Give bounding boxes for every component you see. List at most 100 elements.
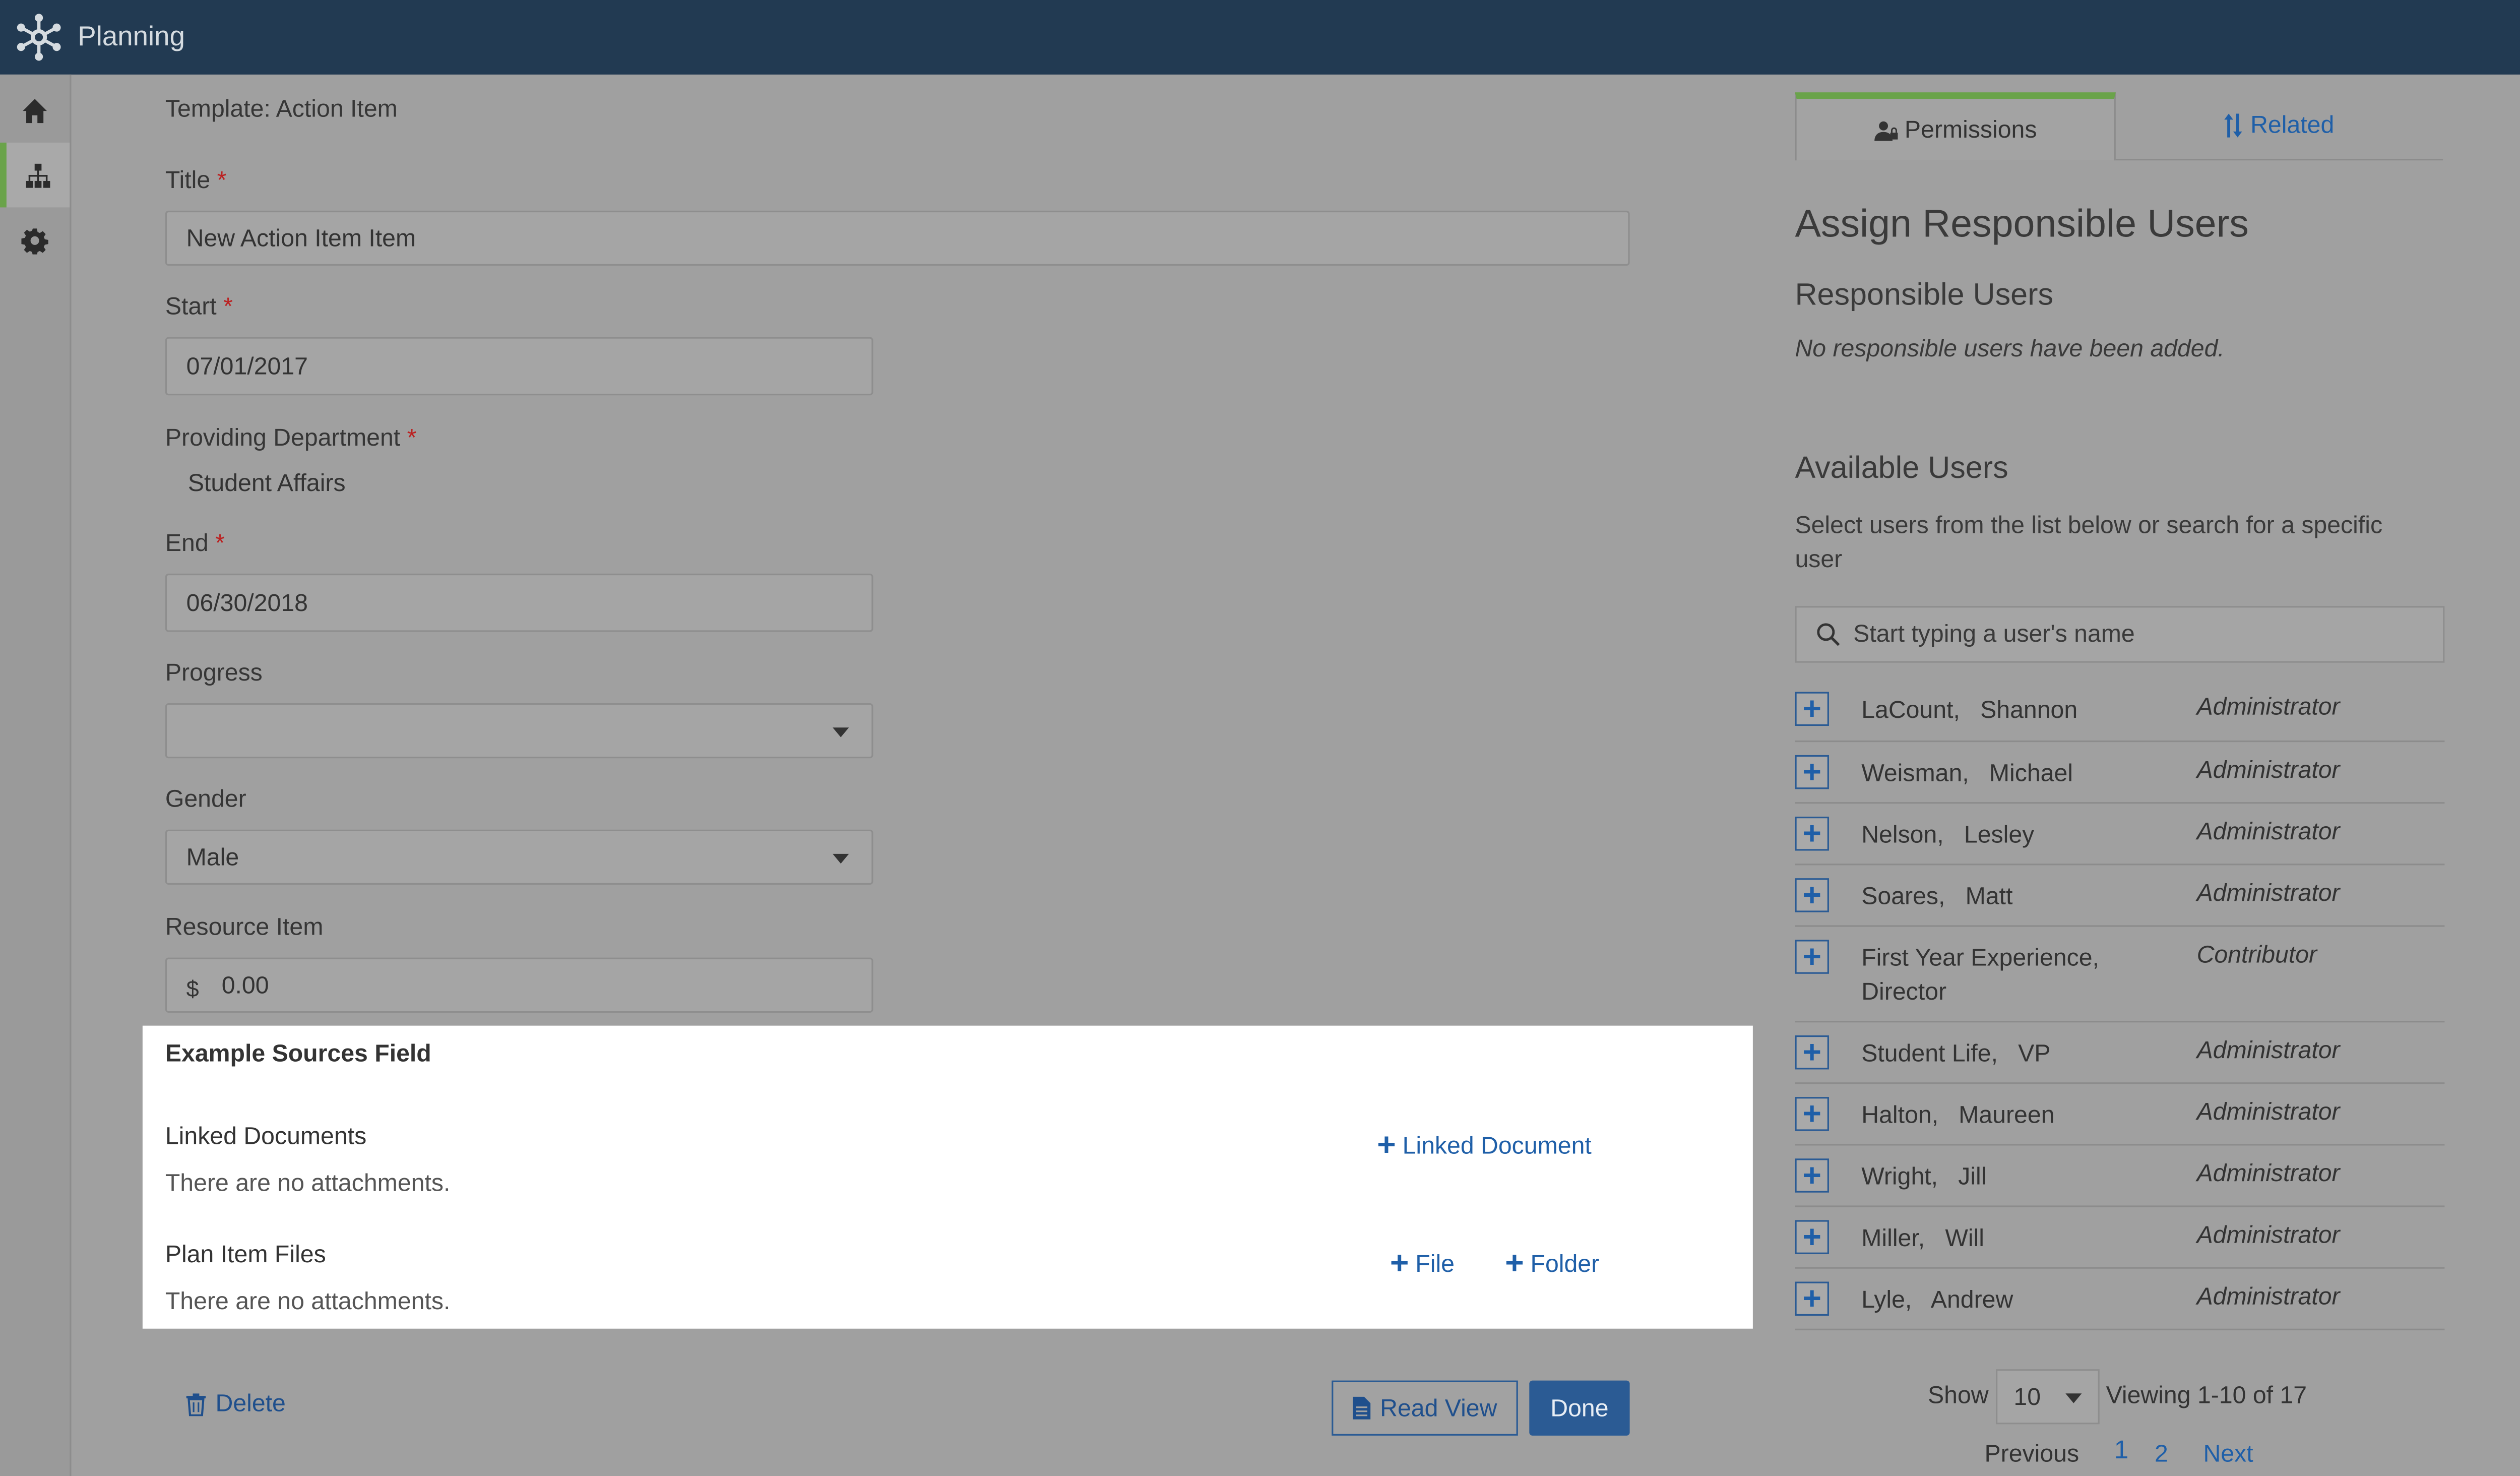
user-search-input[interactable] <box>1850 619 2408 650</box>
title-input[interactable]: New Action Item Item <box>165 210 1630 266</box>
user-name: Wright, Jill <box>1861 1163 1987 1191</box>
available-users-heading: Available Users <box>1795 452 2008 486</box>
start-date-input[interactable]: 07/01/2017 <box>165 337 873 396</box>
currency-prefix: $ <box>186 975 199 1002</box>
gender-label: Gender <box>165 785 246 814</box>
tab-related-label: Related <box>2250 111 2335 140</box>
plan-item-files-label: Plan Item Files <box>165 1241 326 1269</box>
add-folder-button[interactable]: + Folder <box>1505 1248 1599 1280</box>
pager-page-2[interactable]: 2 <box>2155 1441 2168 1468</box>
user-role: Contributor <box>2196 941 2317 969</box>
department-label-text: Providing Department <box>165 424 401 452</box>
progress-select[interactable] <box>165 703 873 759</box>
linked-documents-empty: There are no attachments. <box>165 1170 451 1198</box>
plan-item-files-empty: There are no attachments. <box>165 1288 451 1316</box>
user-name: Miller, Will <box>1861 1225 1984 1253</box>
tab-related[interactable]: Related <box>2115 92 2443 161</box>
app-window: Planning Template: Action Item Title * N… <box>0 0 2520 1476</box>
responsible-users-heading: Responsible Users <box>1795 278 2054 313</box>
list-item: + LaCount, Shannon Administrator <box>1795 679 2445 743</box>
home-icon <box>23 98 47 122</box>
user-role: Administrator <box>2196 1221 2340 1250</box>
add-user-button[interactable]: + <box>1795 1220 1829 1254</box>
progress-label: Progress <box>165 659 263 687</box>
user-search-field[interactable] <box>1795 606 2445 663</box>
list-item: + Weisman, Michael Administrator <box>1795 742 2445 804</box>
add-user-button[interactable]: + <box>1795 817 1829 851</box>
linked-documents-label: Linked Documents <box>165 1123 367 1151</box>
nav-home[interactable] <box>0 78 70 143</box>
user-role: Administrator <box>2196 1160 2340 1188</box>
permissions-heading: Assign Responsible Users <box>1795 202 2249 247</box>
available-users-list: + LaCount, Shannon Administrator + Weism… <box>1795 679 2445 1330</box>
required-marker: * <box>215 530 225 558</box>
add-user-button[interactable]: + <box>1795 878 1829 912</box>
start-label-text: Start <box>165 293 217 321</box>
user-name: Soares, Matt <box>1861 883 2013 911</box>
nav-plans[interactable] <box>0 142 70 208</box>
department-label: Providing Department * <box>165 424 417 452</box>
list-item: + First Year Experience, Director Contri… <box>1795 927 2445 1023</box>
plus-icon: + <box>1390 1246 1409 1282</box>
add-user-button[interactable]: + <box>1795 1035 1829 1070</box>
delete-button[interactable]: Delete <box>186 1390 286 1418</box>
pager-page-1[interactable]: 1 <box>2114 1437 2129 1466</box>
list-item: + Halton, Maureen Administrator <box>1795 1084 2445 1146</box>
resource-label: Resource Item <box>165 913 324 942</box>
search-icon <box>1817 623 1840 646</box>
document-icon <box>1352 1396 1370 1420</box>
user-role: Administrator <box>2196 693 2340 721</box>
resource-value: 0.00 <box>221 971 269 999</box>
side-nav <box>0 74 72 1476</box>
user-name: First Year Experience, Director <box>1861 944 2113 1007</box>
add-linked-document-label: Linked Document <box>1402 1132 1592 1159</box>
required-marker: * <box>223 293 233 321</box>
page-size-label: Show <box>1928 1382 1989 1410</box>
required-marker: * <box>217 167 227 195</box>
add-user-button[interactable]: + <box>1795 1158 1829 1193</box>
available-users-help: Select users from the list below or sear… <box>1795 512 2383 574</box>
end-label-text: End <box>165 530 209 558</box>
page-size-value: 10 <box>2013 1383 2041 1411</box>
add-user-button[interactable]: + <box>1795 940 1829 974</box>
pager-previous[interactable]: Previous <box>1985 1441 2080 1468</box>
end-label: End * <box>165 530 225 558</box>
user-role: Administrator <box>2196 1098 2340 1126</box>
gender-selected-value: Male <box>186 843 239 871</box>
add-file-button[interactable]: + File <box>1390 1248 1455 1280</box>
add-user-button[interactable]: + <box>1795 755 1829 789</box>
sort-arrows-icon <box>2224 113 2243 138</box>
add-user-button[interactable]: + <box>1795 1097 1829 1131</box>
user-name: Student Life, VP <box>1861 1040 2051 1068</box>
read-view-button[interactable]: Read View <box>1332 1380 1518 1436</box>
list-item: + Nelson, Lesley Administrator <box>1795 804 2445 866</box>
list-item: + Lyle, Andrew Administrator <box>1795 1269 2445 1330</box>
list-item: + Soares, Matt Administrator <box>1795 865 2445 927</box>
add-folder-label: Folder <box>1530 1250 1600 1278</box>
add-linked-document-button[interactable]: + Linked Document <box>1377 1129 1592 1161</box>
required-marker: * <box>407 424 417 452</box>
tab-permissions[interactable]: Permissions <box>1795 92 2116 161</box>
user-name: Weisman, Michael <box>1861 760 2073 788</box>
list-item: + Miller, Will Administrator <box>1795 1207 2445 1269</box>
nav-settings[interactable] <box>0 207 70 272</box>
trash-icon <box>186 1392 206 1416</box>
gender-select[interactable]: Male <box>165 829 873 885</box>
network-logo-icon[interactable] <box>13 12 65 64</box>
user-role: Administrator <box>2196 757 2340 784</box>
title-label-text: Title <box>165 167 211 195</box>
responsible-users-empty: No responsible users have been added. <box>1795 335 2225 363</box>
done-button[interactable]: Done <box>1529 1380 1630 1436</box>
page-size-select[interactable]: 10 <box>1996 1369 2100 1425</box>
add-user-button[interactable]: + <box>1795 1281 1829 1316</box>
sitemap-icon <box>26 163 50 188</box>
sources-panel: Example Sources Field Linked Documents T… <box>142 1025 1753 1329</box>
add-user-button[interactable]: + <box>1795 692 1829 726</box>
resource-input[interactable]: $ 0.00 <box>165 957 873 1013</box>
delete-label: Delete <box>215 1390 286 1418</box>
pager-next[interactable]: Next <box>2203 1441 2253 1468</box>
department-value: Student Affairs <box>187 470 346 498</box>
user-role: Administrator <box>2196 818 2340 846</box>
caret-down-icon <box>833 853 849 864</box>
end-date-input[interactable]: 06/30/2018 <box>165 573 873 632</box>
